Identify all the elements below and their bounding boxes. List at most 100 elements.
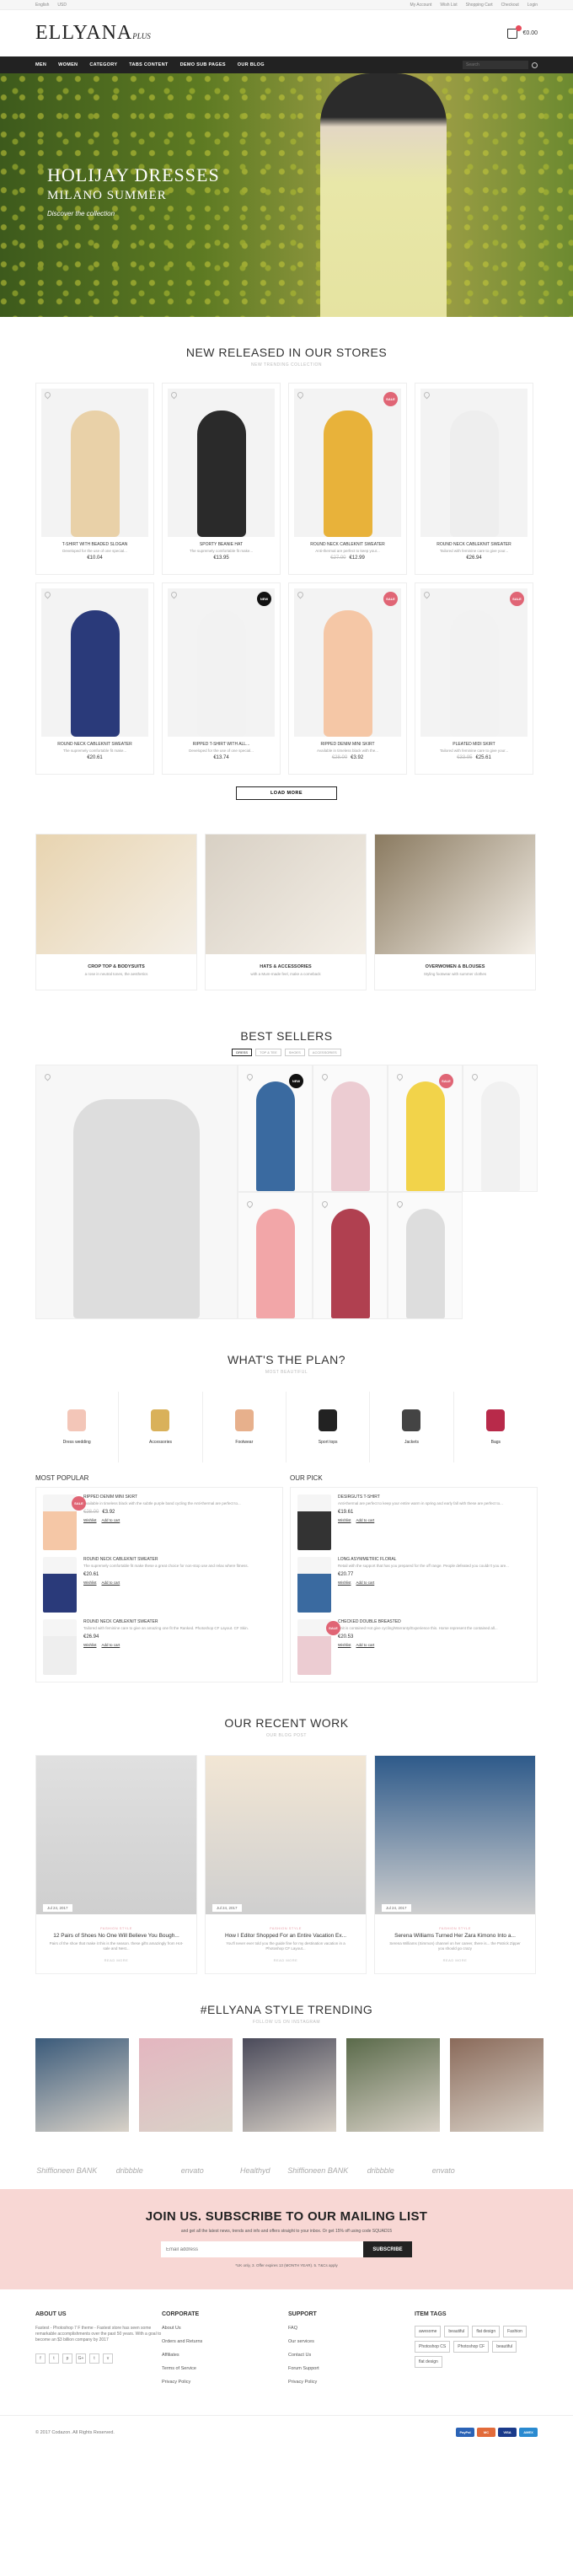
product-name[interactable]: SPORTY BEANIE HAT <box>163 542 280 547</box>
social-icon[interactable]: v <box>103 2353 113 2364</box>
wishlist-link[interactable]: Wishlist <box>83 1518 97 1522</box>
read-more-link[interactable]: READ MORE <box>375 1958 535 1962</box>
product-image[interactable] <box>168 588 275 737</box>
product-card[interactable]: NEW RIPPED T-SHIRT WITH ALL... Developed f… <box>162 582 281 775</box>
topbar-link[interactable]: Checkout <box>501 3 519 8</box>
blog-image[interactable] <box>206 1756 366 1914</box>
product-name[interactable]: ROUND NECK CABLEKNIT SWEATER <box>36 742 153 747</box>
add-to-cart-link[interactable]: Add to cart <box>102 1580 120 1585</box>
nav-item[interactable]: MEN <box>35 62 46 67</box>
brand-logo[interactable]: Shiffioneen BANK <box>286 2166 350 2175</box>
category-image[interactable] <box>375 835 535 954</box>
wishlist-link[interactable]: Wishlist <box>338 1518 351 1522</box>
footer-link[interactable]: Orders and Returns <box>162 2339 288 2344</box>
topbar-link[interactable]: Login <box>527 3 538 8</box>
product-thumbnail[interactable] <box>43 1619 77 1675</box>
tab-top-tee[interactable]: TOP & TEE <box>255 1049 281 1056</box>
footer-link[interactable]: FAQ <box>288 2326 415 2331</box>
product-name[interactable]: ROUND NECK CABLEKNIT SWEATER <box>289 542 406 547</box>
footer-link[interactable]: Forum Support <box>288 2366 415 2371</box>
post-title[interactable]: Serena Williams Turned Her Zara Kimono I… <box>375 1933 535 1939</box>
list-product[interactable]: SALE CHECKED DOUBLE BREASTED Knit is conta… <box>297 1616 530 1678</box>
product-image[interactable] <box>41 588 148 737</box>
product-name[interactable]: CHECKED DOUBLE BREASTED <box>338 1619 530 1624</box>
product-image[interactable] <box>420 588 527 737</box>
plan-item[interactable]: Bags <box>454 1392 538 1462</box>
topbar-link[interactable]: Wish List <box>440 3 457 8</box>
read-more-link[interactable]: READ MORE <box>36 1958 196 1962</box>
nav-item[interactable]: CATEGORY <box>89 62 117 67</box>
add-to-cart-link[interactable]: Add to cart <box>356 1643 375 1647</box>
social-icon[interactable]: f <box>35 2353 46 2364</box>
product-thumbnail[interactable] <box>297 1495 331 1550</box>
wishlist-link[interactable]: Wishlist <box>83 1643 97 1647</box>
cart-button[interactable]: €0.00 <box>507 24 538 39</box>
tag-link[interactable]: beautiful <box>492 2341 517 2353</box>
social-icon[interactable]: t <box>89 2353 99 2364</box>
nav-item[interactable]: WOMEN <box>58 62 78 67</box>
product-name[interactable]: PLEATED MIDI SKIRT <box>415 742 533 747</box>
load-more-button[interactable]: LOAD MORE <box>236 786 337 800</box>
wishlist-heart-icon[interactable] <box>245 1199 254 1209</box>
topbar-select[interactable]: English <box>35 3 49 8</box>
product-image[interactable] <box>294 389 401 537</box>
footer-link[interactable]: About Us <box>162 2326 288 2331</box>
wishlist-heart-icon[interactable] <box>395 1199 404 1209</box>
product-name[interactable]: ROUND NECK CABLEKNIT SWEATER <box>415 542 533 547</box>
category-image[interactable] <box>36 835 196 954</box>
add-to-cart-link[interactable]: Add to cart <box>356 1518 375 1522</box>
category-title[interactable]: HATS & ACCESSORIES <box>206 964 366 969</box>
product-card[interactable]: SPORTY BEANIE HAT The supremely comfortab… <box>162 383 281 575</box>
add-to-cart-link[interactable]: Add to cart <box>102 1518 120 1522</box>
nav-item[interactable]: DEMO SUB PAGES <box>180 62 226 67</box>
footer-link[interactable]: Affiliates <box>162 2353 288 2358</box>
wishlist-heart-icon[interactable] <box>43 1072 52 1081</box>
brand-logo[interactable]: Shiffioneen BANK <box>35 2166 99 2175</box>
product-name[interactable]: LONG ASYMMETRIC FLORAL <box>338 1557 530 1562</box>
topbar-link[interactable]: Shopping Cart <box>466 3 493 8</box>
plan-label[interactable]: Footwear <box>235 1440 253 1445</box>
plan-label[interactable]: Jackets <box>404 1440 419 1445</box>
tab-shoes[interactable]: SHOES <box>284 1049 305 1056</box>
wishlist-heart-icon[interactable] <box>320 1199 329 1209</box>
product-card[interactable]: SALE PLEATED MIDI SKIRT Tailored with femi… <box>415 582 533 775</box>
product-image[interactable] <box>168 389 275 537</box>
category-banner[interactable]: HATS & ACCESSORIES with a Mum-made feel, … <box>205 834 367 990</box>
instagram-photo[interactable] <box>450 2038 544 2132</box>
plan-label[interactable]: Sport tops <box>319 1440 338 1445</box>
list-product[interactable]: ROUND NECK CABLEKNIT SWEATER The supremel… <box>43 1554 276 1616</box>
footer-link[interactable]: Privacy Policy <box>162 2380 288 2385</box>
add-to-cart-link[interactable]: Add to cart <box>356 1580 375 1585</box>
best-seller-item[interactable] <box>238 1192 313 1319</box>
tag-link[interactable]: flat design <box>415 2356 442 2368</box>
plan-item[interactable]: Jackets <box>370 1392 454 1462</box>
post-category[interactable]: FASHION STYLE <box>375 1926 535 1930</box>
post-category[interactable]: FASHION STYLE <box>36 1926 196 1930</box>
wishlist-heart-icon[interactable] <box>395 1072 404 1081</box>
blog-post[interactable]: Jul 24, 2017 FASHION STYLE How I Editor Sh… <box>205 1755 367 1974</box>
read-more-link[interactable]: READ MORE <box>206 1958 366 1962</box>
subscribe-button[interactable]: SUBSCRIBE <box>363 2241 412 2257</box>
category-title[interactable]: OVERWOMEN & BLOUSES <box>375 964 535 969</box>
wishlist-link[interactable]: Wishlist <box>83 1580 97 1585</box>
blog-image[interactable] <box>36 1756 196 1914</box>
product-name[interactable]: RIPPED T-SHIRT WITH ALL... <box>163 742 280 747</box>
list-product[interactable]: LONG ASYMMETRIC FLORAL Retail with the su… <box>297 1554 530 1616</box>
plan-label[interactable]: Accessories <box>149 1440 172 1445</box>
tag-link[interactable]: Photoshop CF <box>453 2341 490 2353</box>
search-icon[interactable] <box>532 62 538 68</box>
plan-label[interactable]: Dress wedding <box>63 1440 91 1445</box>
best-seller-item[interactable] <box>313 1065 388 1192</box>
logo[interactable]: ELLYANAPLUS <box>35 22 151 45</box>
best-seller-item[interactable] <box>35 1065 238 1319</box>
wishlist-heart-icon[interactable] <box>245 1072 254 1081</box>
search-input[interactable] <box>463 61 528 69</box>
product-thumbnail[interactable] <box>43 1557 77 1613</box>
product-card[interactable]: SALE ROUND NECK CABLEKNIT SWEATER Anti-the… <box>288 383 407 575</box>
category-image[interactable] <box>206 835 366 954</box>
category-banner[interactable]: OVERWOMEN & BLOUSES Styling footwear with… <box>374 834 536 990</box>
best-seller-item[interactable] <box>463 1065 538 1192</box>
best-seller-item[interactable] <box>313 1192 388 1319</box>
brand-logo[interactable]: envato <box>161 2166 224 2175</box>
tag-link[interactable]: beautiful <box>444 2326 469 2337</box>
